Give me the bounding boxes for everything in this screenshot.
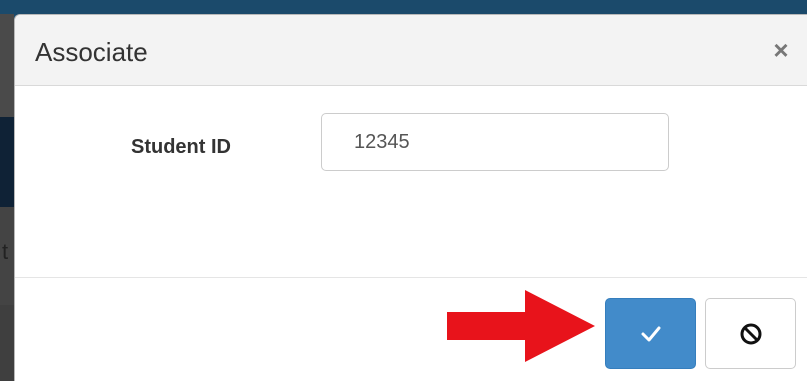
ban-icon	[740, 323, 761, 344]
associate-dialog: Associate × Student ID	[14, 14, 807, 381]
dialog-title: Associate	[35, 37, 148, 67]
close-button[interactable]: ×	[769, 35, 793, 65]
confirm-button[interactable]	[605, 298, 696, 369]
dialog-header: Associate ×	[15, 15, 807, 86]
student-id-input[interactable]	[321, 113, 669, 171]
cancel-button[interactable]	[705, 298, 796, 369]
footer-divider	[15, 277, 807, 278]
student-id-label: Student ID	[131, 136, 231, 158]
background-partial-text: t	[2, 239, 9, 264]
background-page-strip: t	[0, 14, 14, 381]
red-arrow-annotation	[447, 290, 595, 362]
check-icon	[641, 326, 660, 341]
